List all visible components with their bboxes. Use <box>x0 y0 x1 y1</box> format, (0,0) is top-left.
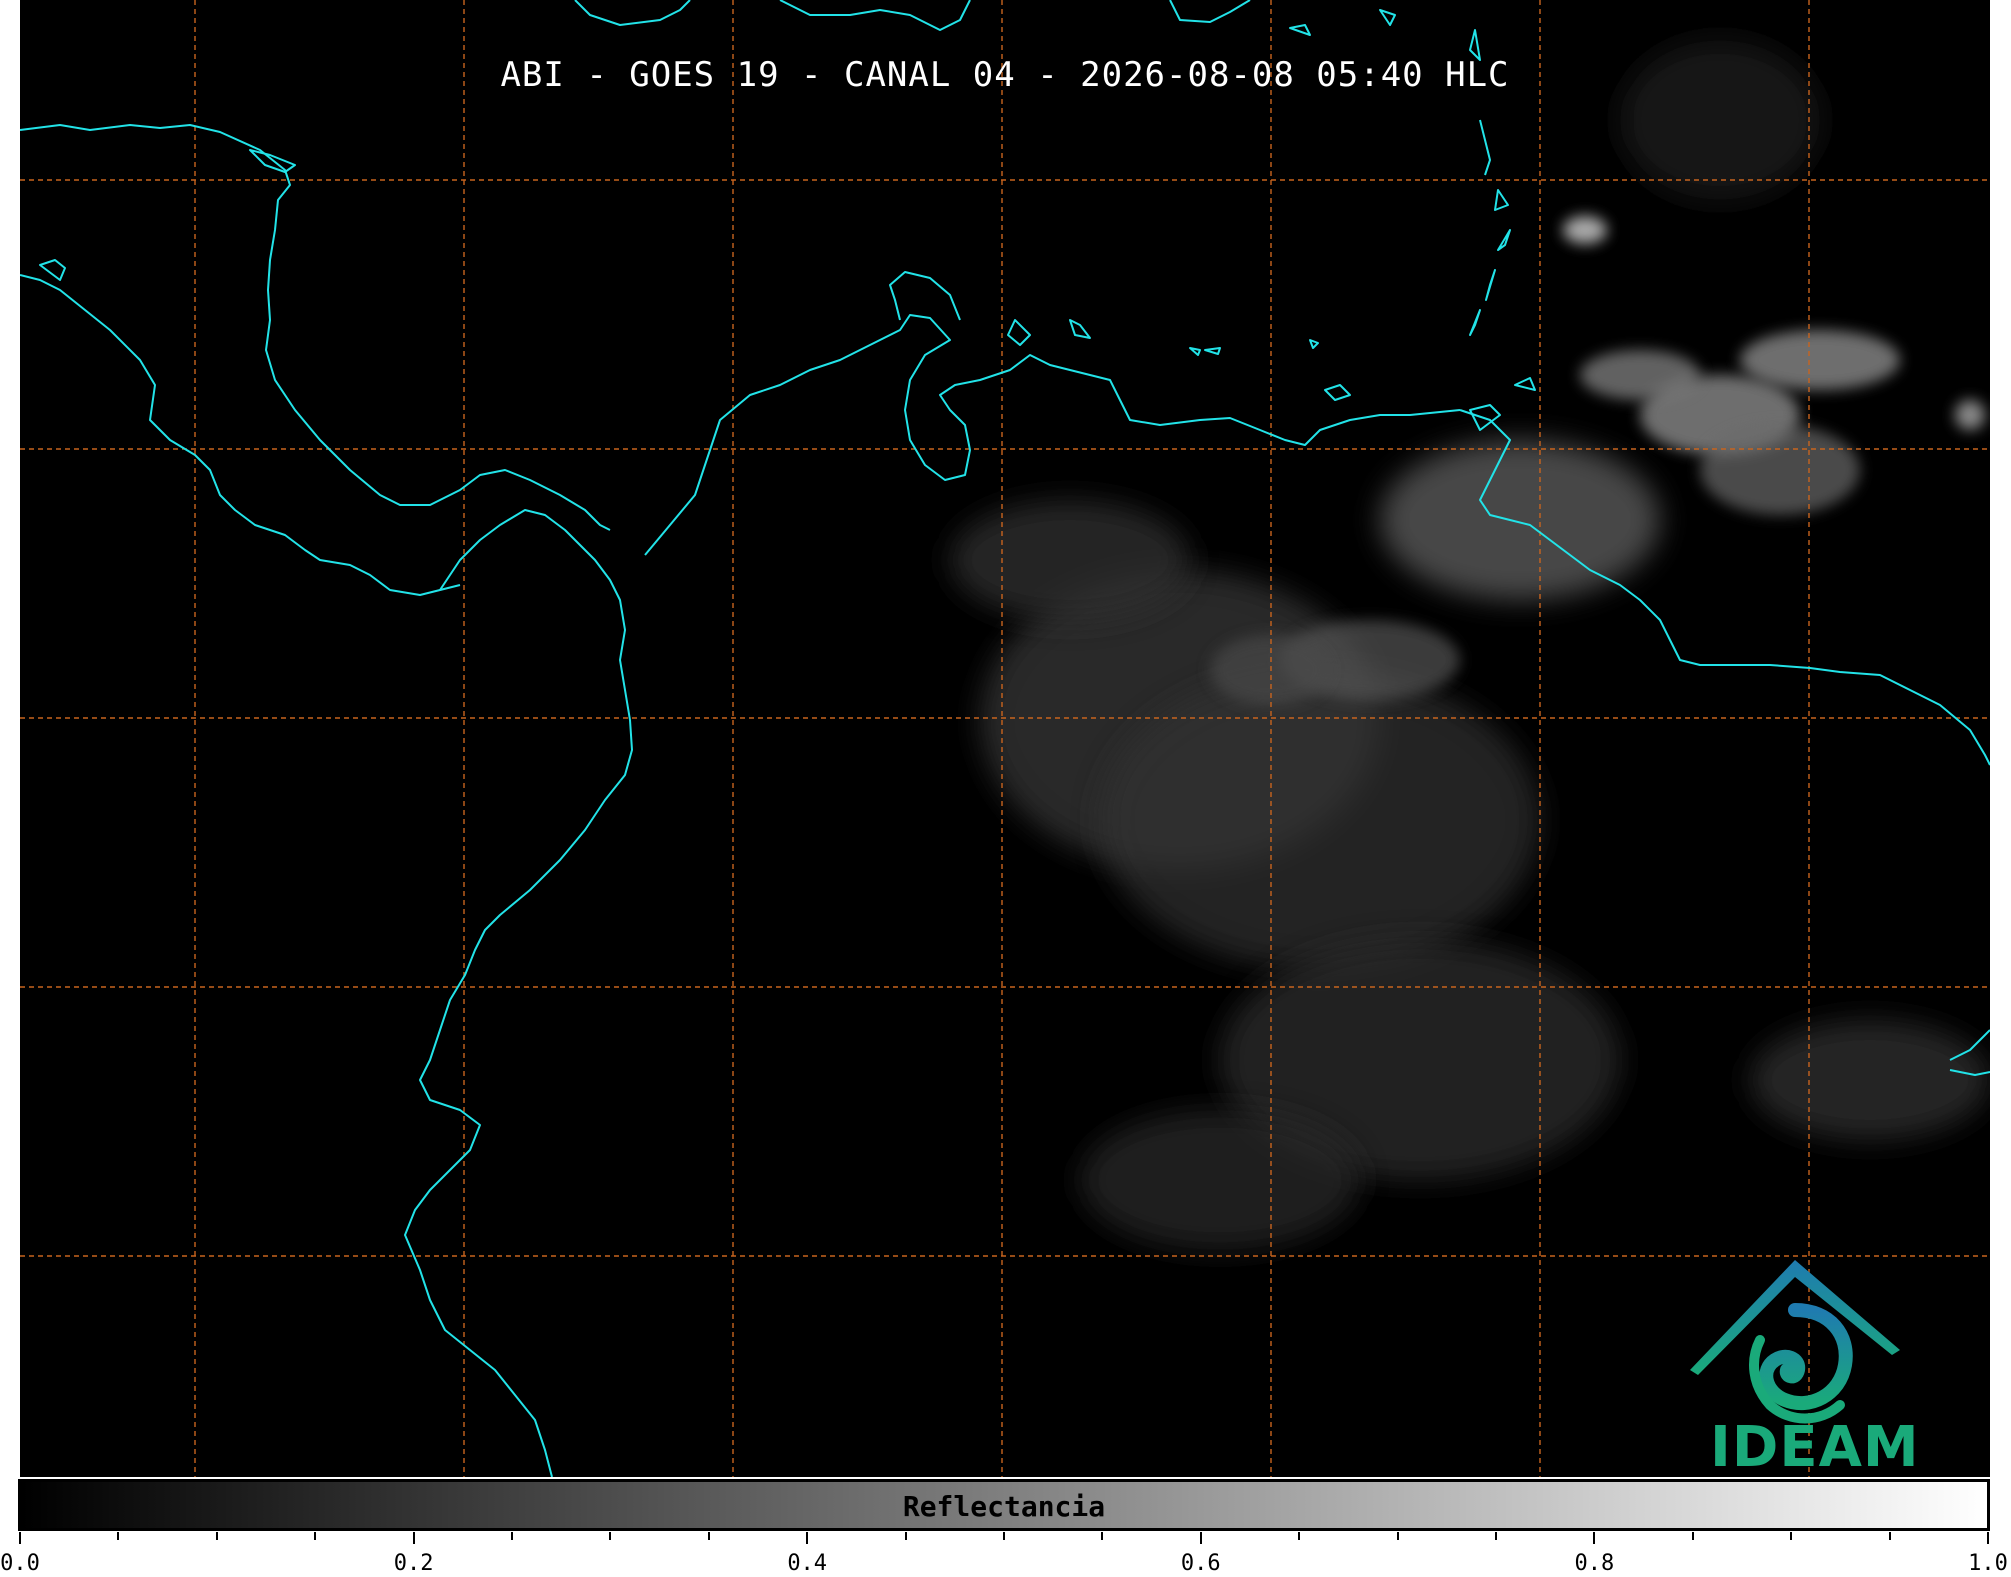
colorbar-minor-tick <box>314 1532 317 1540</box>
cloud-layer <box>950 40 1990 1250</box>
satellite-map: ABI - GOES 19 - CANAL 04 - 2026-08-08 05… <box>20 0 1990 1477</box>
colorbar-minor-tick <box>1593 1532 1596 1544</box>
colorbar-minor-tick <box>1396 1532 1399 1540</box>
colorbar-minor-tick <box>511 1532 513 1540</box>
colorbar-minor-tick <box>1691 1532 1694 1540</box>
colorbar-minor-tick <box>1199 1532 1202 1544</box>
map-title: ABI - GOES 19 - CANAL 04 - 2026-08-08 05… <box>500 55 1510 95</box>
colorbar-minor-tick <box>412 1532 415 1544</box>
colorbar-minor-tick <box>1495 1532 1497 1540</box>
colorbar-tick-label: 0.2 <box>393 1551 434 1576</box>
colorbar-minor-tick <box>806 1532 809 1544</box>
colorbar-tick-label: 0.8 <box>1574 1551 1615 1576</box>
colorbar-minor-tick <box>1003 1532 1005 1540</box>
colorbar-tick-label: 0.0 <box>0 1551 40 1576</box>
colorbar-minor-tick <box>19 1532 21 1544</box>
colorbar-tick-label: 0.4 <box>787 1551 828 1576</box>
colorbar-minor-tick <box>117 1532 120 1540</box>
colorbar-minor-tick <box>707 1532 710 1540</box>
ideam-logo-text: IDEAM <box>1710 1415 1920 1477</box>
colorbar-minor-tick <box>904 1532 907 1540</box>
colorbar-minor-tick <box>1101 1532 1104 1540</box>
colorbar-minor-tick <box>1298 1532 1301 1540</box>
colorbar-minor-tick <box>609 1532 612 1540</box>
colorbar-minor-tick <box>1987 1532 1989 1544</box>
colorbar-label: Reflectancia <box>902 1490 1106 1523</box>
colorbar-minor-tick <box>1790 1532 1793 1540</box>
colorbar-minor-tick <box>1888 1532 1891 1540</box>
colorbar-minor-tick <box>215 1532 218 1540</box>
colorbar: Reflectancia <box>18 1479 1990 1531</box>
colorbar-tick-label: 1.0 <box>1968 1551 2008 1576</box>
colorbar-tick-label: 0.6 <box>1180 1551 1221 1576</box>
